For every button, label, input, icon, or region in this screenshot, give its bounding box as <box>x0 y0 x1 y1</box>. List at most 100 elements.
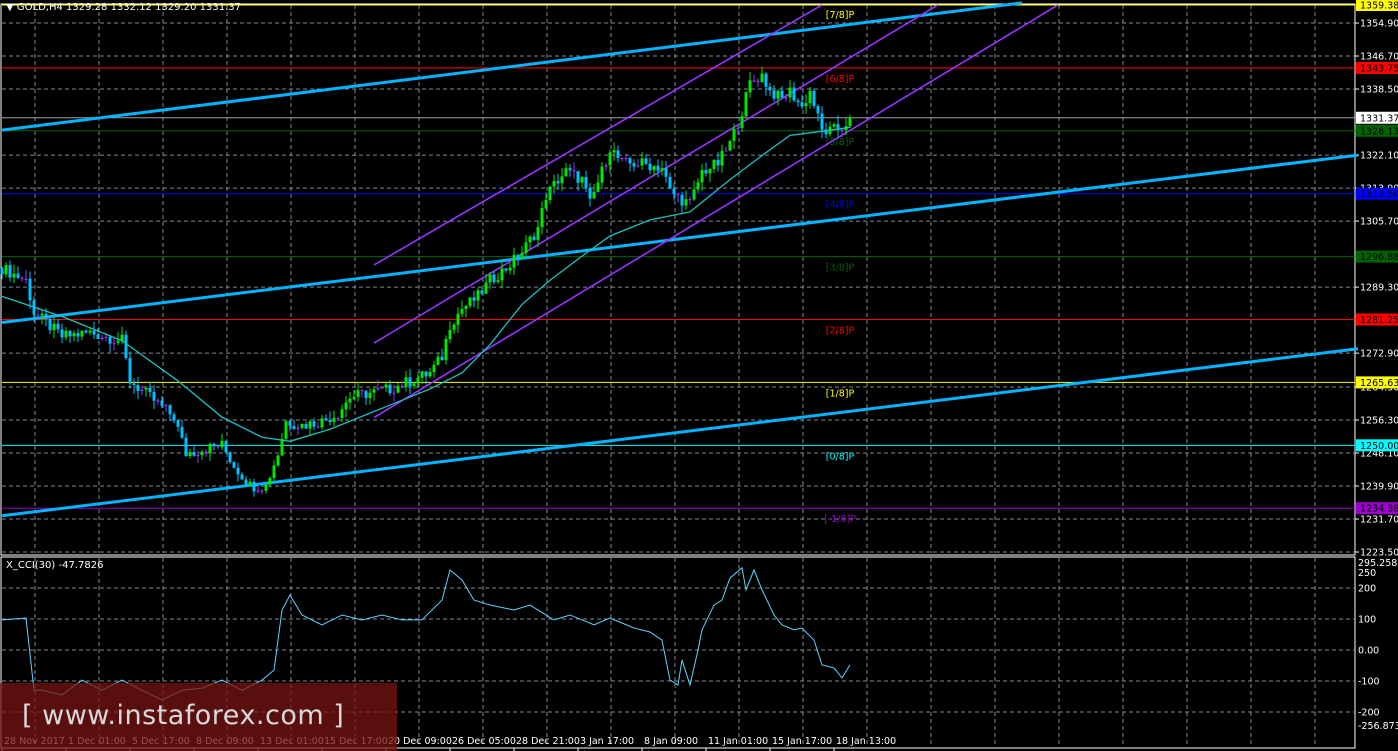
candle-body <box>516 254 520 259</box>
candle-body <box>84 330 88 333</box>
candle-body <box>620 157 624 159</box>
candle-body <box>364 390 368 399</box>
murrey-level-label: [2/8]P <box>826 326 855 337</box>
candle-body <box>0 268 4 275</box>
candle-body <box>532 236 536 240</box>
candle-body <box>244 479 248 486</box>
murrey-level-label: [0/8]P <box>826 451 855 462</box>
candle-body <box>368 392 372 399</box>
candle-body <box>248 481 252 486</box>
candle-body <box>640 158 644 166</box>
trendline-lower <box>1 347 1359 518</box>
channel-upper <box>373 4 823 266</box>
murrey-level-label: [-1/8]P <box>824 514 856 525</box>
candle-body <box>36 314 40 316</box>
candle-body <box>632 163 636 167</box>
candle-body <box>60 329 64 338</box>
candle-body <box>236 467 240 475</box>
candle-body <box>464 305 468 309</box>
candle-body <box>160 400 164 406</box>
candle-body <box>736 127 740 129</box>
current-price-label: 1331.37 <box>1360 113 1398 124</box>
cci-tick-label: -100 <box>1358 677 1380 688</box>
murrey-level-label: [7/8]P <box>826 10 855 21</box>
candle-body <box>704 169 708 174</box>
cci-tick-label: 250 <box>1358 568 1376 579</box>
cci-tick-label: 100 <box>1358 615 1376 626</box>
candle-body <box>104 336 108 338</box>
candle-body <box>556 181 560 184</box>
trendline-middle <box>1 153 1359 325</box>
candle-body <box>820 113 824 130</box>
candle-body <box>744 92 748 117</box>
price-tick-label: 1305.70 <box>1360 217 1398 228</box>
candle-body <box>140 389 144 391</box>
candle-body <box>316 426 320 428</box>
candle-body <box>388 384 392 394</box>
candle-body <box>212 443 216 447</box>
murrey-price-label: 1265.63 <box>1360 378 1398 389</box>
candle-body <box>472 297 476 301</box>
candle-body <box>552 181 556 187</box>
time-tick-label: 3 Jan 17:00 <box>580 736 634 747</box>
candle-body <box>220 440 224 448</box>
candle-body <box>348 398 352 403</box>
price-tick-label: 1354.90 <box>1360 19 1398 30</box>
murrey-price-label: 1234.38 <box>1360 504 1398 515</box>
candle-body <box>672 188 676 195</box>
candle-body <box>360 390 364 392</box>
candle-body <box>700 169 704 183</box>
candle-body <box>740 116 744 128</box>
moving-average-line <box>1 126 851 442</box>
candle-body <box>572 170 576 172</box>
candle-body <box>412 383 416 386</box>
candle-body <box>304 424 308 429</box>
candle-body <box>156 400 160 402</box>
candle-body <box>192 452 196 456</box>
candle-body <box>560 176 564 184</box>
candle-body <box>784 97 788 99</box>
candle-body <box>752 80 756 82</box>
candle-body <box>80 330 84 337</box>
murrey-price-label: 1312.50 <box>1360 189 1398 200</box>
candle-body <box>480 290 484 294</box>
price-tick-label: 1322.10 <box>1360 151 1398 162</box>
candle-body <box>264 484 268 491</box>
candle-body <box>396 385 400 393</box>
candle-body <box>460 308 464 314</box>
candle-body <box>40 313 44 316</box>
candle-body <box>664 168 668 177</box>
candle-body <box>588 187 592 199</box>
candle-body <box>180 426 184 438</box>
candle-body <box>680 194 684 206</box>
candle-body <box>792 87 796 101</box>
murrey-level-label: [4/8]P <box>826 200 855 211</box>
candle-body <box>624 158 628 160</box>
collapse-triangle-icon[interactable]: ▼ <box>6 2 14 13</box>
candle-body <box>28 278 32 301</box>
candle-body <box>352 396 356 399</box>
candle-body <box>176 420 180 427</box>
candle-body <box>724 150 728 152</box>
candle-body <box>252 481 256 492</box>
candle-body <box>644 158 648 164</box>
cci-tick-label: -256.8731 <box>1358 721 1398 732</box>
candle-body <box>728 140 732 151</box>
candle-body <box>720 151 724 166</box>
candle-body <box>312 421 316 427</box>
murrey-price-label: 1250.00 <box>1360 441 1398 452</box>
candle-body <box>272 465 276 478</box>
candle-body <box>424 371 428 377</box>
watermark-text: [ www.instaforex.com ] <box>22 700 345 731</box>
cci-indicator-label: X_CCI(30) -47.7826 <box>6 560 104 571</box>
candle-body <box>568 168 572 171</box>
price-tick-label: 1346.70 <box>1360 52 1398 63</box>
candle-body <box>804 103 808 107</box>
candle-body <box>76 333 80 337</box>
candle-body <box>452 324 456 331</box>
candle-body <box>764 73 768 87</box>
candle-body <box>24 278 28 280</box>
candle-body <box>544 200 548 209</box>
candle-body <box>576 171 580 183</box>
candle-body <box>760 73 764 83</box>
